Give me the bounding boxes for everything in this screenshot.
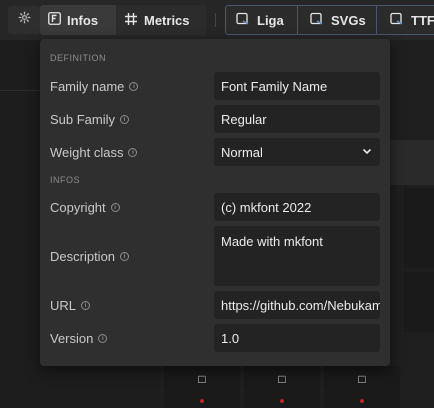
gear-icon	[18, 11, 31, 29]
sub-family-label-text: Sub Family	[50, 112, 116, 127]
tab-infos[interactable]: Infos	[40, 5, 116, 35]
section-infos-title: INFOS	[50, 175, 81, 185]
toolbar-divider	[215, 13, 216, 27]
export-ttf-label: TTF	[411, 12, 434, 28]
version-input[interactable]: 1.0	[214, 324, 380, 352]
family-name-label-text: Family name	[50, 79, 125, 94]
export-divider	[297, 6, 298, 34]
copyright-label-text: Copyright	[50, 200, 106, 215]
glyph-status-dot	[280, 399, 284, 403]
export-icon	[390, 12, 404, 29]
section-definition-title: DEFINITION	[50, 53, 106, 63]
export-ttf-button[interactable]: TTF	[390, 5, 434, 35]
url-label: URL i	[50, 298, 91, 313]
settings-button[interactable]	[8, 6, 40, 34]
copyright-label: Copyright i	[50, 200, 120, 215]
version-label: Version i	[50, 331, 108, 346]
family-name-label: Family name i	[50, 79, 139, 94]
info-icon[interactable]: i	[120, 115, 130, 124]
glyph-placeholder-icon: □	[358, 372, 366, 386]
info-icon[interactable]: i	[129, 82, 139, 91]
export-liga-button[interactable]: Liga	[236, 5, 284, 35]
hash-grid-icon	[124, 12, 138, 29]
weight-class-label: Weight class i	[50, 145, 138, 160]
family-name-input[interactable]: Font Family Name	[214, 72, 380, 100]
export-icon	[236, 12, 250, 29]
info-icon[interactable]: i	[98, 334, 108, 343]
export-icon	[310, 12, 324, 29]
export-liga-label: Liga	[257, 12, 284, 28]
copyright-input[interactable]: (c) mkfont 2022	[214, 193, 380, 221]
weight-class-select[interactable]: Normal	[214, 138, 380, 166]
glyph-placeholder-icon: □	[278, 372, 286, 386]
description-label-text: Description	[50, 249, 116, 264]
info-icon[interactable]: i	[120, 252, 130, 261]
weight-class-label-text: Weight class	[50, 145, 124, 160]
chevron-down-icon	[361, 145, 373, 160]
info-icon[interactable]: i	[81, 301, 91, 310]
tab-metrics[interactable]: Metrics	[116, 5, 206, 35]
url-label-text: URL	[50, 298, 77, 313]
url-input[interactable]: https://github.com/Nebukam/mkfont	[214, 291, 380, 319]
glyph-status-dot	[360, 399, 364, 403]
version-label-text: Version	[50, 331, 94, 346]
right-panel-strip	[390, 140, 434, 185]
info-icon[interactable]: i	[110, 203, 120, 212]
font-infos-popover: DEFINITION Family name i Font Family Nam…	[40, 39, 390, 366]
sub-family-input[interactable]: Regular	[214, 105, 380, 133]
description-textarea[interactable]: Made with mkfont	[214, 226, 380, 286]
export-svgs-label: SVGs	[331, 12, 366, 28]
glyph-status-dot	[200, 399, 204, 403]
glyph-placeholder-icon: □	[198, 372, 206, 386]
glyph-cell[interactable]	[404, 188, 434, 268]
description-label: Description i	[50, 249, 130, 264]
info-icon[interactable]: i	[128, 148, 138, 157]
font-file-icon	[48, 12, 61, 28]
tab-metrics-label: Metrics	[144, 12, 190, 28]
tab-infos-label: Infos	[67, 12, 99, 28]
export-divider	[376, 6, 377, 34]
sub-family-label: Sub Family i	[50, 112, 130, 127]
weight-class-value: Normal	[221, 144, 263, 160]
glyph-cell[interactable]	[404, 272, 434, 332]
export-svgs-button[interactable]: SVGs	[310, 5, 366, 35]
